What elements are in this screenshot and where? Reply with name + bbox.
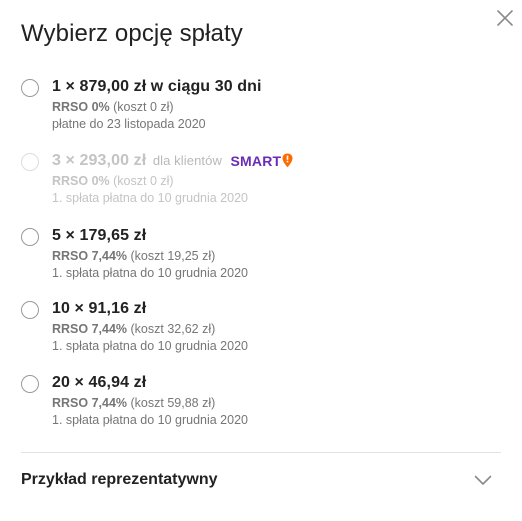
smart-logo: SMART [231,153,294,169]
repayment-option-1x[interactable]: 1 × 879,00 zł w ciągu 30 dni RRSO 0% (ko… [20,78,500,137]
repayment-options-dialog: Wybierz opcję spłaty 1 × 879,00 zł w cią… [0,0,522,521]
smart-pin-icon [282,153,293,168]
option-rrso: RRSO 7,44% (koszt 59,88 zł) [52,396,215,410]
close-button[interactable] [494,7,516,29]
divider [21,452,501,453]
rrso-label: RRSO 0% [52,100,110,114]
repayment-option-3x-smart: 3 × 293,00 zł dla klientów SMART RRSO 0%… [20,152,500,211]
smart-logo-text: SMART [230,153,282,169]
option-due-date: płatne do 23 listopada 2020 [52,117,206,131]
rrso-label: RRSO 7,44% [52,249,128,263]
cost-text: (koszt 0 zł) [113,174,174,188]
option-amount: 3 × 293,00 zł dla klientów SMART [52,152,293,170]
radio-button[interactable] [21,375,39,393]
option-amount: 1 × 879,00 zł w ciągu 30 dni [52,78,262,95]
option-amount: 5 × 179,65 zł [52,227,147,244]
option-rrso: RRSO 7,44% (koszt 32,62 zł) [52,322,215,336]
dialog-title: Wybierz opcję spłaty [21,20,243,47]
option-due-date: 1. spłata płatna do 10 grudnia 2020 [52,191,248,205]
repayment-option-20x[interactable]: 20 × 46,94 zł RRSO 7,44% (koszt 59,88 zł… [20,374,500,433]
radio-button[interactable] [21,79,39,97]
option-due-date: 1. spłata płatna do 10 grudnia 2020 [52,339,248,353]
rrso-label: RRSO 7,44% [52,396,128,410]
option-suffix: dla klientów [152,153,222,168]
cost-text: (koszt 19,25 zł) [130,249,216,263]
option-rrso: RRSO 7,44% (koszt 19,25 zł) [52,249,215,263]
representative-example-accordion[interactable]: Przykład reprezentatywny [21,466,501,496]
radio-button [21,153,39,171]
radio-button[interactable] [21,228,39,246]
cost-text: (koszt 0 zł) [113,100,174,114]
option-amount: 20 × 46,94 zł [52,374,147,391]
rrso-label: RRSO 7,44% [52,322,128,336]
close-icon [497,10,513,26]
accordion-label: Przykład reprezentatywny [21,471,218,488]
option-rrso: RRSO 0% (koszt 0 zł) [52,100,174,114]
option-amount-text: 3 × 293,00 zł [52,152,147,169]
cost-text: (koszt 32,62 zł) [130,322,216,336]
option-rrso: RRSO 0% (koszt 0 zł) [52,174,174,188]
repayment-option-10x[interactable]: 10 × 91,16 zł RRSO 7,44% (koszt 32,62 zł… [20,300,500,359]
radio-button[interactable] [21,301,39,319]
cost-text: (koszt 59,88 zł) [130,396,216,410]
rrso-label: RRSO 0% [52,174,110,188]
option-amount: 10 × 91,16 zł [52,300,147,317]
option-due-date: 1. spłata płatna do 10 grudnia 2020 [52,266,248,280]
repayment-option-5x[interactable]: 5 × 179,65 zł RRSO 7,44% (koszt 19,25 zł… [20,227,500,286]
chevron-down-icon [474,475,492,485]
option-due-date: 1. spłata płatna do 10 grudnia 2020 [52,413,248,427]
